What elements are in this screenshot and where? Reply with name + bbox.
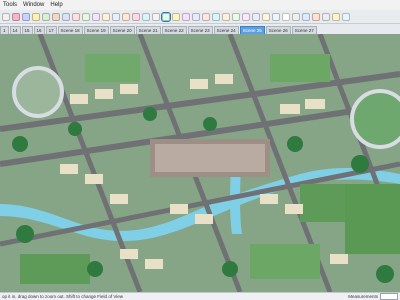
toolbar bbox=[0, 10, 400, 24]
menu-tools[interactable]: Tools bbox=[0, 0, 20, 10]
tape-measure-icon[interactable] bbox=[102, 12, 110, 21]
rectangle-tool-icon[interactable] bbox=[42, 12, 50, 21]
building bbox=[85, 174, 103, 184]
building bbox=[120, 249, 138, 259]
green-parcel bbox=[250, 244, 320, 279]
left-view-icon[interactable] bbox=[262, 12, 270, 21]
menu-help[interactable]: Help bbox=[47, 0, 65, 10]
status-hint: op it in, drag down to zoom out. Shift t… bbox=[2, 294, 123, 299]
building bbox=[145, 259, 163, 269]
monochrome-icon[interactable] bbox=[322, 12, 330, 21]
status-bar: op it in, drag down to zoom out. Shift t… bbox=[0, 292, 400, 300]
scene-tab-scene-20[interactable]: Scene 20 bbox=[109, 26, 135, 34]
measurements-label: Measurements bbox=[348, 294, 378, 299]
scene-tab-scene-27[interactable]: Scene 27 bbox=[291, 26, 317, 34]
building bbox=[95, 89, 113, 99]
orbit-icon[interactable] bbox=[142, 12, 150, 21]
zoom-extents-icon[interactable] bbox=[172, 12, 180, 21]
right-view-icon[interactable] bbox=[242, 12, 250, 21]
green-parcel bbox=[20, 254, 90, 284]
scene-tab-14[interactable]: 14 bbox=[9, 26, 21, 34]
axes-tool-icon[interactable] bbox=[122, 12, 130, 21]
roundabout-park bbox=[12, 66, 64, 118]
tree-cluster bbox=[203, 117, 217, 131]
tree-cluster bbox=[87, 261, 103, 277]
building bbox=[280, 104, 300, 114]
scene-tab-scene-25[interactable]: Scene 25 bbox=[239, 26, 265, 34]
back-view-icon[interactable] bbox=[252, 12, 260, 21]
building bbox=[215, 74, 233, 84]
wireframe-icon[interactable] bbox=[282, 12, 290, 21]
scene-tab-1[interactable]: 1 bbox=[0, 26, 9, 34]
paint-bucket-icon[interactable] bbox=[132, 12, 140, 21]
building bbox=[195, 214, 213, 224]
scene-tab-scene-22[interactable]: Scene 22 bbox=[161, 26, 187, 34]
building bbox=[110, 194, 128, 204]
zoom-icon[interactable] bbox=[161, 11, 171, 22]
building bbox=[330, 254, 348, 264]
building bbox=[260, 194, 278, 204]
roundabout-park bbox=[350, 89, 400, 149]
top-view-icon[interactable] bbox=[222, 12, 230, 21]
hidden-line-icon[interactable] bbox=[292, 12, 300, 21]
select-tool-icon[interactable] bbox=[2, 12, 10, 21]
scene-tab-17[interactable]: 17 bbox=[45, 26, 57, 34]
text-tool-icon[interactable] bbox=[112, 12, 120, 21]
menu-bar: Tools Window Help bbox=[0, 0, 400, 10]
menu-window[interactable]: Window bbox=[20, 0, 47, 10]
tree-cluster bbox=[16, 225, 34, 243]
xray-icon[interactable] bbox=[272, 12, 280, 21]
warehouse-icon[interactable] bbox=[332, 12, 340, 21]
offset-tool-icon[interactable] bbox=[92, 12, 100, 21]
tree-cluster bbox=[68, 122, 82, 136]
tree-cluster bbox=[287, 136, 303, 152]
section-plane-icon[interactable] bbox=[202, 12, 210, 21]
move-tool-icon[interactable] bbox=[62, 12, 70, 21]
tree-cluster bbox=[12, 136, 28, 152]
building bbox=[60, 164, 78, 174]
scene-tab-scene-23[interactable]: Scene 23 bbox=[187, 26, 213, 34]
plaza-buildings bbox=[155, 144, 265, 172]
tree-cluster bbox=[376, 265, 394, 283]
building bbox=[190, 79, 208, 89]
green-parcel bbox=[85, 54, 140, 82]
scale-tool-icon[interactable] bbox=[82, 12, 90, 21]
scene-tab-scene-21[interactable]: Scene 21 bbox=[135, 26, 161, 34]
push-pull-icon[interactable] bbox=[52, 12, 60, 21]
measurements-area: Measurements bbox=[348, 293, 398, 300]
arc-tool-icon[interactable] bbox=[32, 12, 40, 21]
tree-cluster bbox=[143, 107, 157, 121]
scene-tab-16[interactable]: 16 bbox=[33, 26, 45, 34]
look-around-icon[interactable] bbox=[192, 12, 200, 21]
line-tool-icon[interactable] bbox=[22, 12, 30, 21]
tree-cluster bbox=[351, 155, 369, 173]
walk-icon[interactable] bbox=[182, 12, 190, 21]
eraser-icon[interactable] bbox=[12, 12, 20, 21]
textured-icon[interactable] bbox=[312, 12, 320, 21]
building bbox=[285, 204, 303, 214]
green-parcel bbox=[270, 54, 330, 82]
building bbox=[170, 204, 188, 214]
shaded-icon[interactable] bbox=[302, 12, 310, 21]
city-model bbox=[0, 34, 400, 292]
building bbox=[70, 94, 88, 104]
scene-tab-scene-18[interactable]: Scene 18 bbox=[57, 26, 83, 34]
tree-cluster bbox=[222, 261, 238, 277]
scene-tab-scene-19[interactable]: Scene 19 bbox=[83, 26, 109, 34]
scene-tab-scene-26[interactable]: Scene 26 bbox=[265, 26, 291, 34]
extension-icon[interactable] bbox=[342, 12, 350, 21]
iso-view-icon[interactable] bbox=[212, 12, 220, 21]
building bbox=[120, 84, 138, 94]
scene-tab-scene-24[interactable]: Scene 24 bbox=[213, 26, 239, 34]
green-parcel bbox=[345, 184, 400, 254]
pan-icon[interactable] bbox=[152, 12, 160, 21]
measurements-input[interactable] bbox=[380, 293, 398, 300]
rotate-tool-icon[interactable] bbox=[72, 12, 80, 21]
front-view-icon[interactable] bbox=[232, 12, 240, 21]
building bbox=[305, 99, 325, 109]
model-viewport[interactable] bbox=[0, 34, 400, 292]
scene-tab-15[interactable]: 15 bbox=[21, 26, 33, 34]
